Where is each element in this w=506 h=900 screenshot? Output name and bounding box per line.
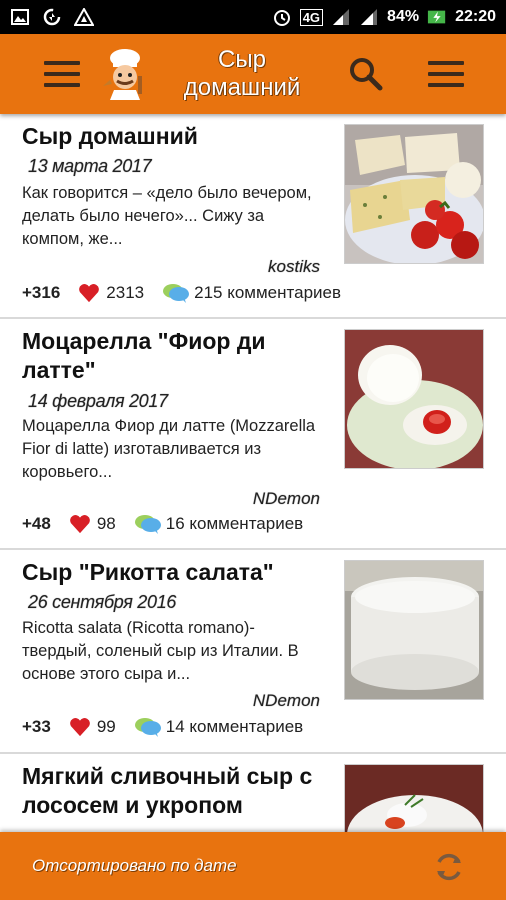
list-item[interactable]: Сыр домашний 13 марта 2017 Как говорится… (0, 114, 506, 319)
battery-icon (427, 8, 447, 26)
battery-percent: 84% (387, 8, 420, 25)
recipe-thumbnail[interactable] (344, 560, 484, 700)
list-item[interactable]: Мягкий сливочный сыр с лососем и укропом (0, 754, 506, 832)
alarm-icon (272, 8, 292, 26)
recipe-date: 26 сентября 2016 (28, 592, 177, 612)
recipe-description: Моцарелла Фиор ди латте (Mozzarella Fior… (22, 417, 316, 481)
likes-count: 2313 (106, 283, 145, 302)
app-bar: Сыр домашний (0, 34, 506, 114)
search-icon[interactable] (348, 56, 384, 92)
rating: +33 (22, 717, 51, 736)
recipe-title[interactable]: Сыр домашний (22, 122, 332, 151)
sort-label[interactable]: Отсортировано по дате (32, 856, 237, 876)
comments-icon[interactable] (134, 716, 162, 738)
list-item[interactable]: Моцарелла "Фиор ди латте" 14 февраля 201… (0, 319, 506, 550)
likes-count: 98 (96, 514, 116, 533)
heart-icon[interactable] (69, 717, 91, 737)
comments-icon[interactable] (162, 282, 190, 304)
likes-count: 99 (96, 717, 116, 736)
recipe-description: Ricotta salata (Ricotta romano)- твердый… (22, 619, 299, 683)
recipe-author[interactable]: NDemon (253, 691, 320, 711)
recipe-date: 13 марта 2017 (28, 156, 152, 176)
refresh-icon[interactable] (432, 850, 466, 884)
rating: +48 (22, 514, 51, 533)
bottom-bar: Отсортировано по дате (0, 832, 506, 900)
comments-count: 215 комментариев (194, 283, 341, 302)
recipe-thumbnail[interactable] (344, 329, 484, 469)
chef-logo[interactable] (100, 48, 150, 100)
recipe-description: Как говорится – «дело было вечером, дела… (22, 184, 312, 248)
clock: 22:20 (455, 8, 496, 25)
recipe-author[interactable]: NDemon (253, 489, 320, 509)
warning-icon (74, 8, 94, 26)
network-type: 4G (299, 8, 324, 26)
page-title: Сыр домашний (183, 46, 301, 101)
image-icon (10, 8, 30, 26)
recipe-title[interactable]: Сыр "Рикотта салата" (22, 558, 332, 587)
signal-icon (331, 8, 351, 26)
heart-icon[interactable] (69, 514, 91, 534)
menu-icon[interactable] (44, 61, 80, 87)
rating: +316 (22, 283, 61, 302)
recipe-author[interactable]: kostiks (268, 257, 320, 277)
overflow-menu-icon[interactable] (428, 61, 464, 87)
recipe-thumbnail[interactable] (344, 124, 484, 264)
data-saver-icon (42, 8, 62, 26)
recipe-date: 14 февраля 2017 (28, 391, 168, 411)
recipe-list[interactable]: Сыр домашний 13 марта 2017 Как говорится… (0, 114, 506, 832)
status-bar: 4G 84% 22:20 (0, 0, 506, 34)
list-item[interactable]: Сыр "Рикотта салата" 26 сентября 2016 Ri… (0, 550, 506, 754)
recipe-thumbnail[interactable] (344, 764, 484, 832)
comments-icon[interactable] (134, 513, 162, 535)
comments-count: 16 комментариев (165, 514, 304, 533)
heart-icon[interactable] (78, 283, 100, 303)
recipe-stats: +316 2313 215 комментариев (22, 282, 341, 304)
recipe-stats: +33 99 14 комментариев (22, 716, 303, 738)
recipe-title[interactable]: Мягкий сливочный сыр с лососем и укропом (22, 762, 332, 820)
comments-count: 14 комментариев (165, 717, 304, 736)
signal-icon-2 (359, 8, 379, 26)
recipe-title[interactable]: Моцарелла "Фиор ди латте" (22, 327, 332, 385)
recipe-stats: +48 98 16 комментариев (22, 513, 303, 535)
